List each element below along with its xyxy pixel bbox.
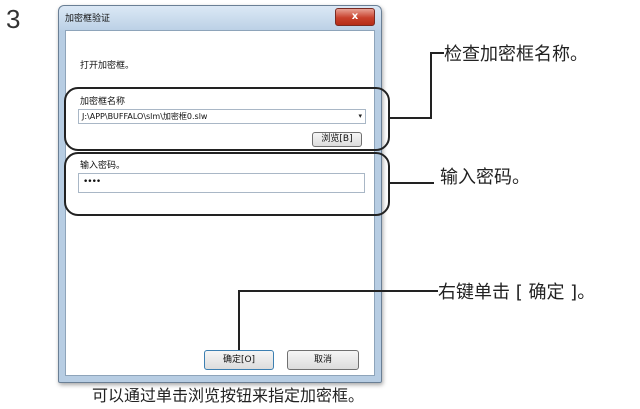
caption-text: 可以通过单击浏览按钮来指定加密框。 [92, 386, 365, 405]
file-name-highlight [64, 87, 390, 151]
connector-line [430, 52, 432, 119]
close-icon: x [351, 11, 359, 22]
password-highlight [64, 152, 390, 216]
connector-line [430, 52, 444, 54]
connector-line [238, 290, 438, 292]
ok-button[interactable]: 确定[O] [204, 350, 274, 370]
instruction-text: 打开加密框。 [80, 61, 135, 71]
dialog-title: 加密框验证 [65, 14, 111, 24]
callout-enter-password: 输入密码。 [440, 167, 530, 188]
callout-check-name: 检查加密框名称。 [444, 44, 588, 65]
cancel-button[interactable]: 取消 [287, 350, 359, 370]
connector-line [390, 182, 434, 184]
connector-line [238, 290, 240, 350]
callout-right-click-ok: 右键单击 [ 确定 ]。 [438, 282, 596, 303]
step-number: 3 [6, 4, 21, 34]
connector-line [390, 117, 432, 119]
close-button[interactable]: x [335, 8, 375, 26]
dialog-titlebar: 加密框验证 x [59, 6, 381, 30]
